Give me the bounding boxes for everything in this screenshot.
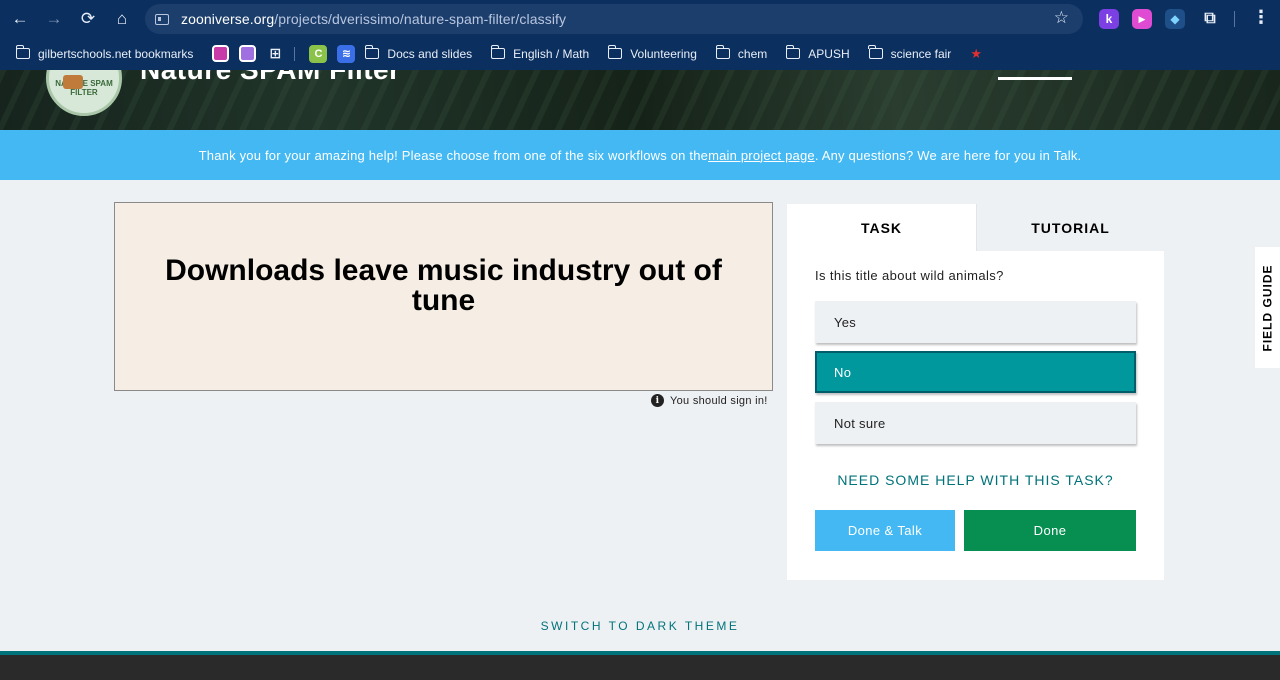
video-extension-icon[interactable]: ▶ (1132, 9, 1152, 29)
field-guide-label: FIELD GUIDE (1260, 263, 1275, 352)
announcement-text-end: . Any questions? We are here for you in … (814, 147, 1082, 163)
address-bar[interactable]: zooniverse.org/projects/dverissimo/natur… (145, 4, 1083, 34)
task-panel: TASK TUTORIAL Is this title about wild a… (787, 204, 1164, 580)
task-question: Is this title about wild animals? (815, 268, 1004, 283)
bookmark-label: Docs and slides (387, 46, 473, 61)
field-guide-tab[interactable]: FIELD GUIDE (1255, 247, 1280, 368)
bookmark-folder-english-math[interactable]: English / Math (490, 45, 590, 61)
home-icon[interactable]: ⌂ (108, 5, 136, 33)
k-extension-icon[interactable]: k (1099, 9, 1119, 29)
bookmark-label: Volunteering (630, 46, 697, 61)
answer-not-sure[interactable]: Not sure (815, 402, 1136, 444)
sign-in-note[interactable]: i You should sign in! (651, 394, 768, 407)
bookmarks-bar: gilbertschools.net bookmarks ⊞ C ≋ Docs … (0, 37, 1280, 70)
bookmark-folder-chem[interactable]: chem (715, 45, 768, 61)
bookmark-label: English / Math (513, 46, 590, 61)
apps-grid-icon[interactable]: ⊞ (266, 45, 284, 63)
bookmark-star-icon[interactable]: ☆ (1054, 8, 1069, 28)
folder-icon (365, 45, 380, 59)
folder-icon (490, 45, 506, 59)
bookmark-label: chem (737, 46, 768, 61)
done-button[interactable]: Done (964, 510, 1136, 551)
subject-viewer: Downloads leave music industry out of tu… (114, 202, 773, 391)
main-project-page-link[interactable]: main project page (708, 148, 815, 163)
project-hero-banner: NATURE SPAM FILTER Nature SPAM Filter (0, 70, 1280, 130)
pink-app-icon[interactable] (212, 45, 230, 62)
bookmark-divider (294, 46, 296, 61)
reload-icon[interactable]: ⟳ (74, 5, 102, 33)
bookmark-label: science fair (890, 46, 952, 61)
switch-dark-theme-button[interactable]: SWITCH TO DARK THEME (0, 619, 1280, 633)
url-text: zooniverse.org/projects/dverissimo/natur… (181, 11, 567, 27)
logo-text: NATURE SPAM FILTER (55, 79, 113, 97)
info-icon: i (651, 394, 664, 407)
bookmark-gilbertschools[interactable]: gilbertschools.net bookmarks (15, 45, 194, 61)
announcement-text: Thank you for your amazing help! Please … (198, 147, 709, 163)
bookmark-folder-volunteering[interactable]: Volunteering (607, 45, 697, 61)
done-and-talk-button[interactable]: Done & Talk (815, 510, 955, 551)
puzzle-color-extension-icon[interactable]: ◆ (1165, 9, 1185, 29)
flag-star-icon[interactable]: ★ (970, 46, 982, 62)
blue-app-icon[interactable]: ≋ (337, 44, 356, 63)
bookmark-label: gilbertschools.net bookmarks (38, 46, 194, 61)
sign-in-note-text: You should sign in! (670, 394, 768, 407)
answer-yes[interactable]: Yes (815, 301, 1136, 343)
folder-icon (715, 45, 730, 59)
site-info-icon[interactable] (155, 13, 169, 25)
purple-app-icon[interactable] (239, 45, 257, 62)
folder-icon (785, 45, 801, 59)
project-title[interactable]: Nature SPAM Filter (140, 70, 401, 86)
task-tabs: TASK TUTORIAL (787, 204, 1164, 251)
browser-menu-icon[interactable]: ⋮ (1252, 7, 1270, 28)
extensions-puzzle-icon[interactable]: ⧉ (1200, 9, 1220, 29)
announcement-banner: Thank you for your amazing help! Please … (0, 130, 1280, 180)
task-help-link[interactable]: NEED SOME HELP WITH THIS TASK? (815, 472, 1136, 488)
site-footer (0, 651, 1280, 680)
forward-arrow-icon[interactable]: → (40, 5, 68, 33)
bookmark-folder-icon (15, 45, 30, 59)
project-logo[interactable]: NATURE SPAM FILTER (46, 70, 122, 116)
folder-icon (868, 45, 883, 59)
toolbar-divider (1234, 11, 1235, 27)
bookmark-folder-docs[interactable]: Docs and slides (365, 45, 473, 61)
subject-title: Downloads leave music industry out of tu… (165, 253, 722, 317)
tab-tutorial[interactable]: TUTORIAL (976, 204, 1164, 251)
browser-toolbar: ← → ⟳ ⌂ zooniverse.org/projects/dverissi… (0, 0, 1280, 37)
back-arrow-icon[interactable]: ← (6, 5, 34, 33)
bookmark-label: APUSH (808, 46, 850, 61)
tab-task[interactable]: TASK (787, 204, 976, 251)
folder-icon (607, 45, 623, 59)
answer-no[interactable]: No (815, 351, 1136, 393)
active-nav-underline (998, 77, 1072, 80)
bookmark-folder-apush[interactable]: APUSH (785, 45, 850, 61)
bookmark-folder-science-fair[interactable]: science fair (868, 45, 952, 61)
c-app-icon[interactable]: C (309, 44, 328, 63)
